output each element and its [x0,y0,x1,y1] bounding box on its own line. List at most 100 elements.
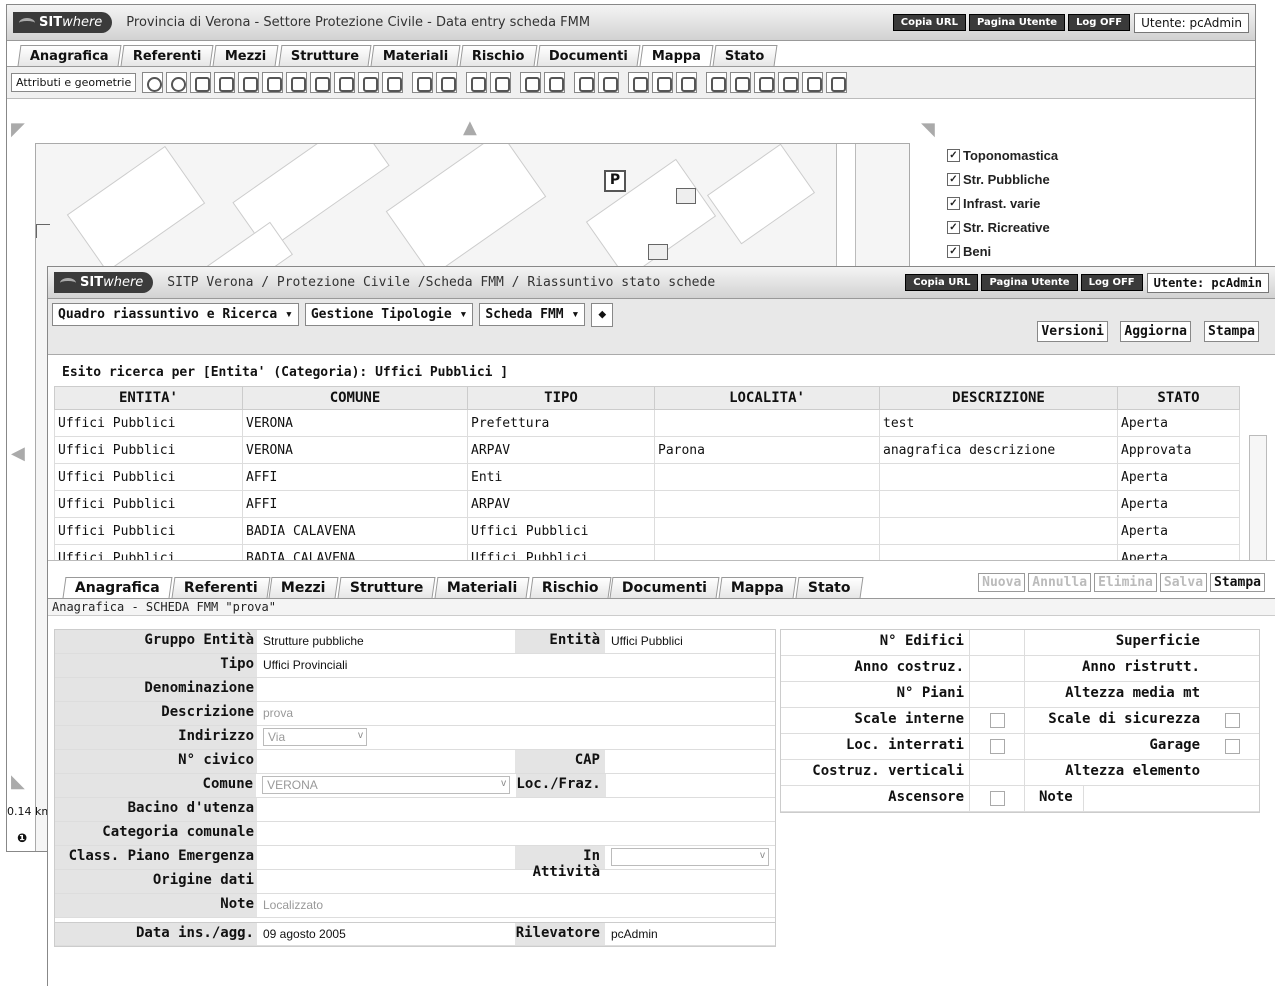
layer-item[interactable]: ✓ Beni [947,239,1058,263]
check-icon[interactable] [382,72,404,93]
table-row[interactable]: Uffici Pubblici AFFI ARPAV Aperta [54,490,1240,518]
book-icon[interactable] [826,72,848,93]
move-icon[interactable] [652,72,674,93]
pan-southwest-icon[interactable]: ◣ [11,771,25,792]
copy-url-button[interactable]: Copia URL [905,274,979,291]
tab-materiali[interactable]: Materiali [434,577,531,598]
tab-documenti[interactable]: Documenti [609,577,720,598]
piani-field[interactable] [969,682,1025,707]
indirizzo-select[interactable]: Via [263,728,367,746]
tab-anagrafica[interactable]: Anagrafica [17,45,122,66]
user-page-button[interactable]: Pagina Utente [968,14,1066,31]
refresh-button[interactable]: Aggiorna [1120,321,1191,342]
column-header[interactable]: ENTITA' [54,386,243,410]
zoom-out-icon[interactable] [166,72,188,93]
altezza-elemento-field[interactable] [1205,760,1259,785]
tab-stato[interactable]: Stato [712,45,777,66]
entita-field[interactable]: Uffici Pubblici [605,630,775,653]
gruppo-field[interactable]: Strutture pubbliche [257,630,515,653]
edit-icon[interactable] [628,72,650,93]
column-header[interactable]: LOCALITA' [654,386,880,410]
anno-ristrutturazione-field[interactable] [1205,656,1259,681]
tab-documenti[interactable]: Documenti [536,45,640,66]
help-book-icon[interactable]: ◆ [591,303,614,327]
logoff-button[interactable]: Log OFF [1068,14,1131,31]
checkbox-checked-icon[interactable]: ✓ [947,196,960,210]
info-icon[interactable]: ❶ [17,831,27,845]
table-row[interactable]: Uffici Pubblici VERONA ARPAV Parona anagrafi… [54,436,1240,464]
menu-summary-search[interactable]: Quadro riassuntivo e Ricerca ▾ [52,303,299,326]
layer-item[interactable]: ✓ Infrast. varie [947,191,1058,215]
tab-materiali[interactable]: Materiali [370,45,461,66]
ascensore-checkbox[interactable] [989,791,1005,806]
tab-mappa[interactable]: Mappa [718,577,797,598]
cap-field[interactable] [605,750,775,773]
full-extent-icon[interactable] [262,72,284,93]
checkbox-checked-icon[interactable]: ✓ [947,220,960,234]
results-scrollbar[interactable] [1249,435,1267,560]
select-icon[interactable] [238,72,260,93]
layer-item[interactable]: ✓ Toponomastica [947,143,1058,167]
class-field[interactable] [257,846,515,869]
delete-button[interactable]: Elimina [1094,573,1157,592]
user-page-button[interactable]: Pagina Utente [981,274,1078,291]
cancel-button[interactable]: Annulla [1028,573,1092,592]
table-row[interactable]: Uffici Pubblici BADIA CALAVENA Uffici Pubb… [54,517,1240,545]
delete-geometry-icon[interactable] [676,72,698,93]
pan-west-icon[interactable]: ◀ [11,443,25,464]
logoff-button[interactable]: Log OFF [1080,274,1143,291]
origine-field[interactable] [257,870,775,893]
checkbox-checked-icon[interactable]: ✓ [947,172,960,186]
save-button[interactable]: Salva [1159,573,1208,592]
altezza-media-field[interactable] [1205,682,1259,707]
print-button[interactable]: Stampa [1204,321,1259,342]
tab-mezzi[interactable]: Mezzi [212,45,279,66]
denominazione-field[interactable] [257,678,775,701]
menu-types[interactable]: Gestione Tipologie ▾ [304,303,474,326]
table-row[interactable]: Uffici Pubblici AFFI Enti Aperta [54,463,1240,491]
overview-icon[interactable] [334,72,356,93]
tab-referenti[interactable]: Referenti [120,45,214,66]
zoom-box-icon[interactable] [190,72,212,93]
column-header[interactable]: TIPO [467,386,655,410]
civico-field[interactable] [257,750,515,773]
legend-icon[interactable] [436,72,458,93]
copy-icon[interactable] [730,72,752,93]
column-header[interactable]: STATO [1117,386,1240,410]
column-header[interactable]: COMUNE [242,386,468,410]
layer-item[interactable]: ✓ Str. Pubbliche [947,167,1058,191]
tab-rischio[interactable]: Rischio [459,45,537,66]
edifici-field[interactable] [969,630,1025,655]
new-button[interactable]: Nuova [978,573,1026,592]
costruzioni-verticali-field[interactable] [969,760,1025,785]
scale-sicurezza-checkbox[interactable] [1224,713,1240,728]
table-row[interactable]: Uffici Pubblici BADIA CALAVENA Uffici Pubb… [54,544,1240,560]
draw-icon[interactable] [706,72,728,93]
tab-mezzi[interactable]: Mezzi [268,577,339,598]
descrizione-field[interactable]: prova [257,702,775,725]
zoom-in-icon[interactable] [142,72,164,93]
ruler-icon[interactable] [412,72,434,93]
list-icon[interactable] [598,72,620,93]
column-header[interactable]: DESCRIZIONE [879,386,1118,410]
tab-strutture[interactable]: Strutture [337,577,436,598]
checkbox-checked-icon[interactable]: ✓ [947,148,960,162]
tab-referenti[interactable]: Referenti [171,577,270,598]
garage-checkbox[interactable] [1224,739,1240,754]
table-icon[interactable] [574,72,596,93]
checkbox-checked-icon[interactable]: ✓ [947,244,960,258]
pan-icon[interactable] [214,72,236,93]
tab-strutture[interactable]: Strutture [278,45,372,66]
tab-mappa[interactable]: Mappa [639,45,714,66]
query-icon[interactable] [520,72,542,93]
note-field[interactable]: Localizzato [257,894,775,917]
rectangle-icon[interactable] [286,72,308,93]
pan-northwest-icon[interactable]: ◤ [11,119,25,140]
anno-costruzione-field[interactable] [969,656,1025,681]
paste-icon[interactable] [754,72,776,93]
categoria-field[interactable] [257,822,775,845]
layer-item[interactable]: ✓ Str. Ricreative [947,215,1058,239]
pan-northeast-icon[interactable]: ◥ [921,119,935,140]
print-icon[interactable] [778,72,800,93]
pan-north-icon[interactable]: ▲ [463,117,477,138]
